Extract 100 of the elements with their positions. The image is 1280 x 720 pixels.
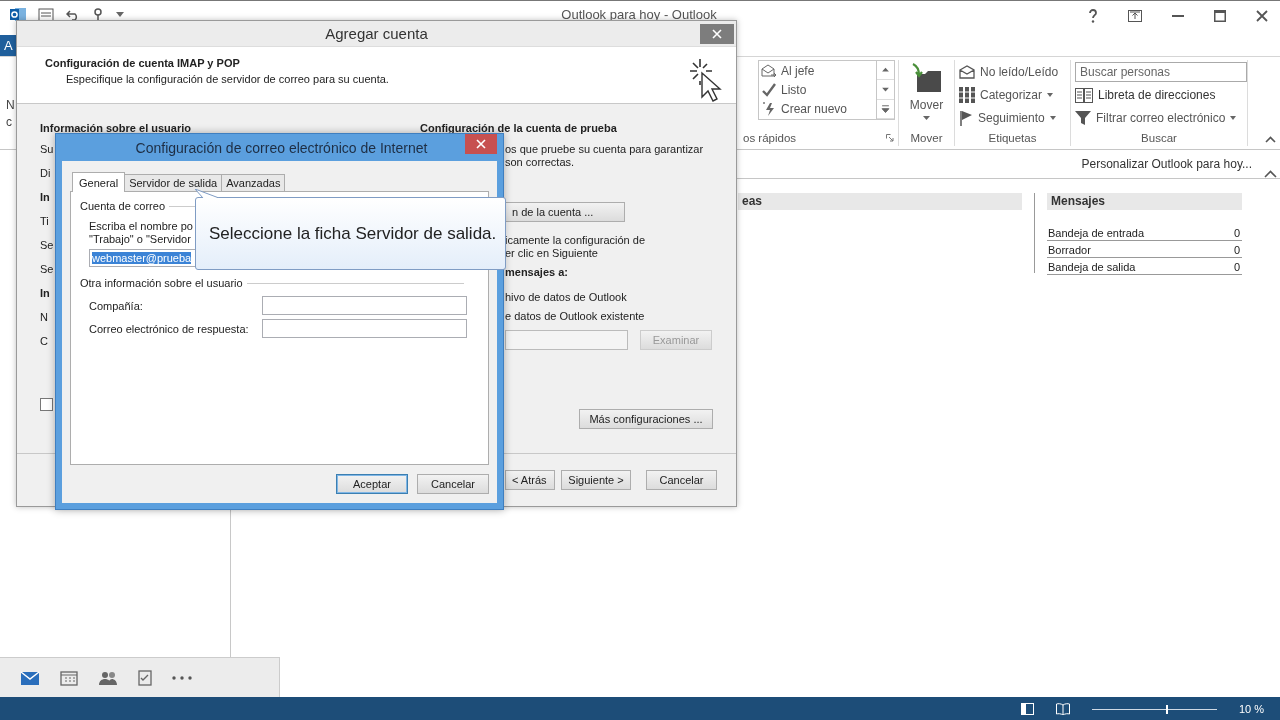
mail-icon[interactable] [20,669,40,686]
normal-view-icon[interactable] [1020,702,1034,715]
dialog-launcher-icon[interactable] [886,134,894,142]
address-book-icon [1075,87,1093,103]
ribbon-display-icon[interactable] [1128,10,1142,22]
message-count: 0 [1233,244,1240,256]
field-label: Compañía: [89,299,144,312]
close-button[interactable] [465,134,497,154]
field-label: N [40,310,48,325]
hint-text: Escriba el nombre po [88,220,193,233]
dialog-heading: Configuración de cuenta IMAP y POP [45,57,241,69]
group-label: Buscar [1141,132,1177,144]
undo-icon[interactable] [66,8,80,21]
dialog-title: Configuración de correo electrónico de Internet [134,139,429,156]
folder-icon [910,62,943,94]
ribbon-button[interactable]: Categorizar [959,84,1054,106]
field-label: Di [40,166,51,181]
group-label: Mover [910,132,943,144]
close-button[interactable] [700,24,734,44]
description-text: son correctas. [505,156,575,169]
field-label: In [40,190,50,205]
close-icon [712,29,722,39]
section-heading: Configuración de la cuenta de prueba [420,122,617,134]
dialog-button[interactable]: Cancelar [646,470,717,490]
test-account-button[interactable]: n de la cuenta ... [505,202,625,222]
funnel-icon [1075,110,1091,126]
caret-icon [1047,93,1054,97]
text-field[interactable] [262,296,467,315]
callout-text: Seleccione la ficha Servidor de salida. [209,223,497,244]
search-people-field[interactable]: Buscar personas [1075,61,1247,82]
folder-name[interactable]: Bandeja de entrada [1048,227,1145,239]
people-icon[interactable] [98,669,118,686]
caret-icon[interactable] [116,12,124,17]
tasks-header: eas [738,193,1022,210]
more-settings-button[interactable]: Más configuraciones ... [579,409,713,429]
customize-link[interactable]: Personalizar Outlook para hoy... [1081,157,1252,171]
ribbon-button[interactable]: No leído/Leído [959,61,1059,83]
group-label: Otra información sobre el usuario [80,277,243,289]
tab[interactable]: Avanzadas [221,174,286,191]
dialog-button[interactable]: Aceptar [336,474,408,494]
group-label: os rápidos [743,132,797,144]
option-label[interactable]: e datos de Outlook existente [505,310,645,323]
caret-icon [1230,116,1237,120]
text-field[interactable] [262,319,467,338]
caret-icon [1049,116,1056,120]
field-label: In [40,286,50,301]
close-icon[interactable] [1256,10,1268,22]
group-label: Cuenta de correo [80,200,165,212]
dialog-button[interactable]: Cancelar [417,474,489,494]
option-label[interactable]: hivo de datos de Outlook [505,291,627,304]
field-label: Se [40,238,54,253]
field-label: Su [40,142,54,157]
window-title: Outlook para hoy - Outlook [560,6,718,22]
description-text: os que pruebe su cuenta para garantizar [505,143,704,156]
message-count: 0 [1233,261,1240,273]
move-button[interactable]: Mover [909,60,944,130]
quick-step-item[interactable]: Al jefe [781,63,815,78]
dialog-button[interactable]: < Atrás [505,470,555,490]
close-icon [476,139,486,149]
tab[interactable]: General [72,172,126,192]
touch-mode-icon[interactable] [92,7,104,22]
zoom-level[interactable]: 10 % [1238,702,1264,715]
folder-name[interactable]: Borrador [1048,244,1091,256]
caret-icon [923,116,930,120]
zoom-slider[interactable] [1091,703,1217,714]
checkmark-icon [761,81,777,98]
checkbox[interactable] [40,398,53,411]
group-label: Etiquetas [988,132,1037,144]
calendar-icon[interactable] [60,669,78,686]
folder-name[interactable]: Bandeja de salida [1048,261,1136,273]
flag-icon [959,110,973,126]
quick-step-item[interactable]: Crear nuevo [781,101,848,116]
dialog-title: Agregar cuenta [324,24,429,42]
section-label: mensajes a: [505,266,568,279]
path-field[interactable] [505,330,628,350]
field-label: C [40,334,48,349]
app-logo-icon [10,7,26,22]
field-label: Se [40,262,54,277]
tab[interactable]: Servidor de salida [124,174,223,191]
message-count: 0 [1233,227,1240,239]
quick-step-item[interactable]: Listo [781,82,807,97]
ribbon-button[interactable]: Libreta de direcciones [1075,84,1216,106]
lightning-icon [761,100,777,117]
maximize-icon[interactable] [1214,10,1226,22]
collapse-ribbon-icon[interactable] [1265,136,1276,143]
grid-icon [959,87,975,103]
open-book-icon[interactable] [1055,702,1070,715]
dialog-button[interactable]: Siguiente > [561,470,631,490]
help-icon[interactable] [1088,9,1098,23]
more-icon[interactable] [172,675,192,680]
description-text: icamente la configuración de [505,234,646,247]
open-envelope-icon [959,65,975,79]
ribbon-button[interactable]: Filtrar correo electrónico [1075,107,1237,129]
ribbon-button[interactable]: N c [6,97,15,131]
envelope-arrow-icon [761,62,777,79]
scroll-up-icon[interactable] [1263,170,1277,178]
description-text: er clic en Siguiente [505,247,598,260]
ribbon-button[interactable]: Seguimiento [959,107,1056,129]
send-receive-icon[interactable] [38,7,54,22]
task-list-icon[interactable] [138,669,152,686]
